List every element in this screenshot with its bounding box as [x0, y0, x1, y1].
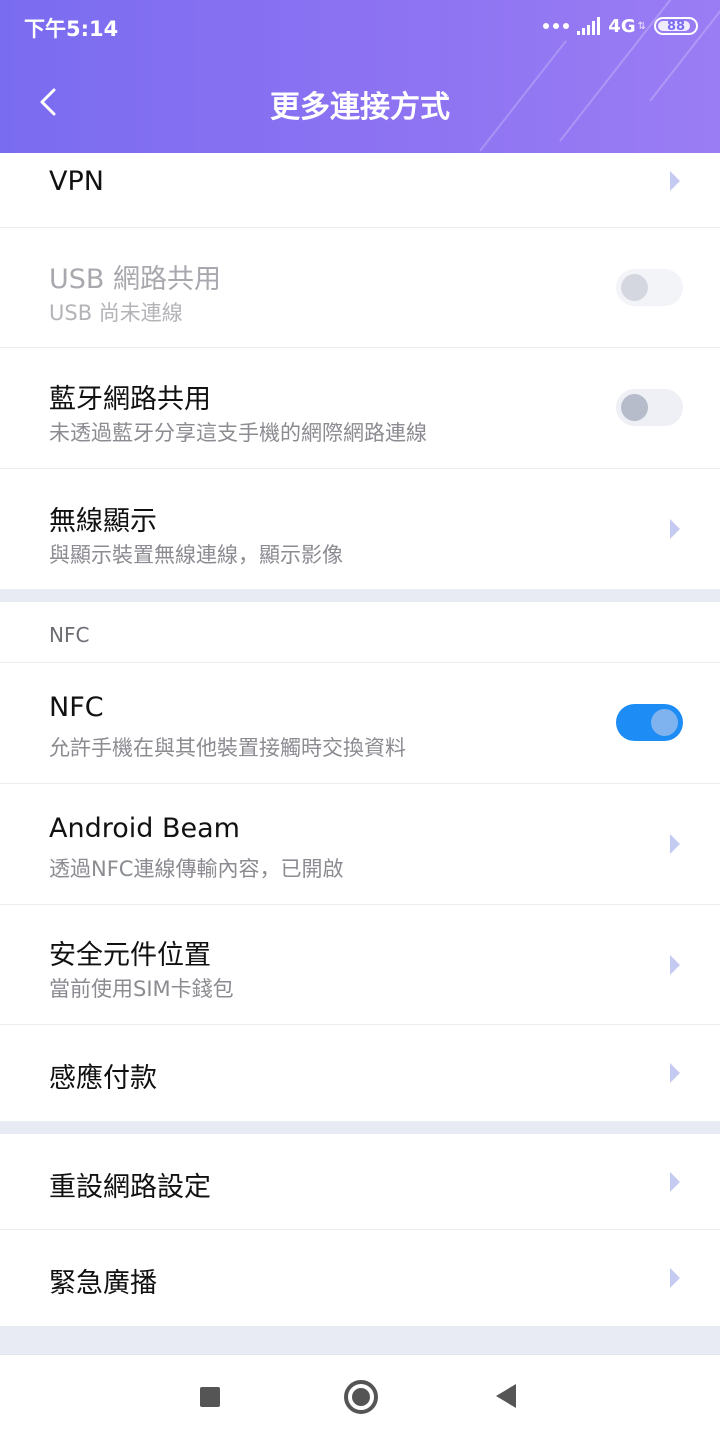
reset-network-title: 重設網路設定 [49, 1172, 211, 1203]
battery-level: 88 [666, 18, 686, 34]
chevron-right-icon [670, 955, 680, 975]
nfc-subtitle: 允許手機在與其他裝置接觸時交換資料 [49, 736, 406, 760]
usb-tethering-title: USB 網路共用 [49, 264, 222, 295]
usb-tethering-subtitle: USB 尚未連線 [49, 301, 183, 325]
secure-element-title: 安全元件位置 [49, 940, 211, 971]
chevron-right-icon [670, 171, 680, 191]
section-divider [0, 1121, 720, 1134]
recent-apps-icon[interactable] [200, 1387, 220, 1407]
back-triangle-icon[interactable] [496, 1384, 516, 1408]
secure-element-subtitle: 當前使用SIM卡錢包 [49, 977, 234, 1001]
emergency-broadcast-title: 緊急廣播 [49, 1268, 157, 1299]
android-beam-title: Android Beam [49, 813, 240, 844]
android-beam-row[interactable]: Android Beam 透過NFC連線傳輸內容，已開啟 [0, 784, 720, 905]
nfc-section-header: NFC [0, 602, 720, 663]
page-title: 更多連接方式 [270, 90, 450, 125]
bluetooth-tethering-title: 藍牙網路共用 [49, 384, 211, 415]
bluetooth-tethering-subtitle: 未透過藍牙分享這支手機的網際網路連線 [49, 421, 427, 445]
section-divider [0, 589, 720, 602]
reset-network-row[interactable]: 重設網路設定 [0, 1134, 720, 1230]
chevron-right-icon [670, 1063, 680, 1083]
app-header: 下午5:14 4G ⇅ 88 更多連接方式 [0, 0, 720, 153]
chevron-right-icon [670, 834, 680, 854]
data-activity-icon: ⇅ [637, 20, 646, 32]
bluetooth-tethering-toggle[interactable] [616, 389, 683, 426]
vpn-title: VPN [49, 166, 104, 197]
home-icon[interactable] [344, 1380, 378, 1414]
chevron-right-icon [670, 519, 680, 539]
usb-tethering-toggle [616, 269, 683, 306]
notification-dots-icon [543, 23, 570, 29]
tap-pay-title: 感應付款 [49, 1063, 157, 1094]
android-beam-subtitle: 透過NFC連線傳輸內容，已開啟 [49, 857, 344, 881]
wireless-display-subtitle: 與顯示裝置無線連線，顯示影像 [49, 543, 343, 567]
nfc-section-label: NFC [49, 623, 90, 647]
wireless-display-title: 無線顯示 [49, 506, 157, 537]
emergency-broadcast-row[interactable]: 緊急廣播 [0, 1230, 720, 1326]
section-divider [0, 1326, 720, 1354]
wireless-display-row[interactable]: 無線顯示 與顯示裝置無線連線，顯示影像 [0, 469, 720, 589]
status-time: 下午5:14 [24, 17, 119, 41]
bluetooth-tethering-row[interactable]: 藍牙網路共用 未透過藍牙分享這支手機的網際網路連線 [0, 348, 720, 469]
vpn-row[interactable]: VPN [0, 153, 720, 228]
nfc-row[interactable]: NFC 允許手機在與其他裝置接觸時交換資料 [0, 663, 720, 784]
status-icons: 4G ⇅ 88 [543, 12, 698, 40]
usb-tethering-row: USB 網路共用 USB 尚未連線 [0, 228, 720, 348]
tap-pay-row[interactable]: 感應付款 [0, 1025, 720, 1121]
chevron-right-icon [670, 1268, 680, 1288]
chevron-right-icon [670, 1172, 680, 1192]
secure-element-row[interactable]: 安全元件位置 當前使用SIM卡錢包 [0, 905, 720, 1025]
battery-icon: 88 [654, 17, 698, 35]
nfc-title: NFC [49, 692, 104, 723]
network-type: 4G [608, 15, 636, 37]
nfc-toggle[interactable] [616, 704, 683, 741]
signal-icon [577, 17, 601, 35]
system-navigation-bar [0, 1354, 720, 1441]
